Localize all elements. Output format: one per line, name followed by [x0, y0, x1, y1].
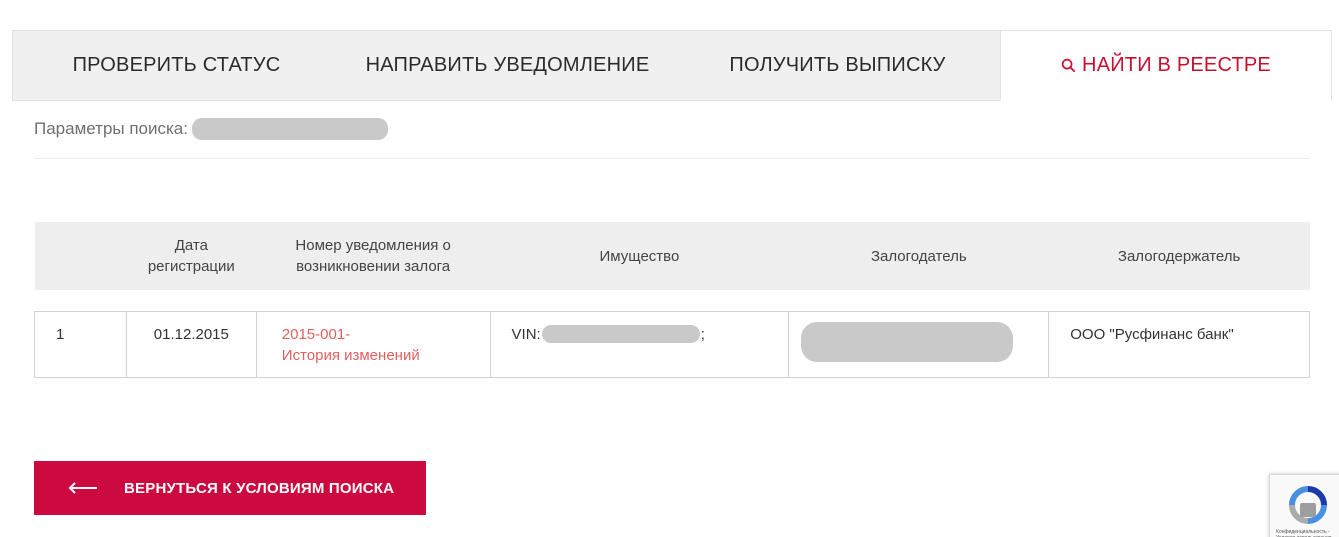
vin-suffix: ;	[700, 325, 705, 343]
divider	[34, 158, 1310, 159]
cell-notice: 2015-001- История изменений	[255, 310, 491, 378]
tab-label: НАЙТИ В РЕЕСТРЕ	[1082, 54, 1271, 76]
header-property: Имущество	[599, 247, 680, 265]
tab-bar: ПРОВЕРИТЬ СТАТУС НАПРАВИТЬ УВЕДОМЛЕНИЕ П…	[12, 30, 1332, 101]
vin-label: VIN:	[511, 325, 541, 343]
tab-get-extract[interactable]: ПОЛУЧИТЬ ВЫПИСКУ	[675, 30, 1000, 101]
cell-pledgee: ООО "Русфинанс банк"	[1048, 310, 1310, 378]
header-index	[35, 222, 127, 290]
back-to-search-button[interactable]: ВЕРНУТЬСЯ К УСЛОВИЯМ ПОИСКА	[34, 461, 426, 515]
notice-number-link[interactable]: 2015-001-	[282, 324, 490, 345]
recaptcha-text[interactable]: Конфиденциальность - Условия использован…	[1276, 529, 1339, 537]
redacted-pledgor	[801, 321, 1014, 362]
tab-label: ПОЛУЧИТЬ ВЫПИСКУ	[729, 54, 946, 76]
tab-check-status[interactable]: ПРОВЕРИТЬ СТАТУС	[12, 30, 340, 101]
tab-send-notice[interactable]: НАПРАВИТЬ УВЕДОМЛЕНИЕ	[340, 30, 675, 101]
header-notice-number: Номер уведомления о возникновении залога	[295, 237, 451, 275]
redacted-search-value	[192, 118, 388, 140]
header-pledgor: Залогодатель	[870, 247, 967, 265]
recaptcha-badge[interactable]: Конфиденциальность - Условия использован…	[1269, 474, 1339, 537]
tab-find-in-registry[interactable]: НАЙТИ В РЕЕСТРЕ	[1000, 30, 1332, 101]
header-registration-date: Дата регистрации	[147, 237, 235, 275]
redacted-vin	[541, 325, 700, 343]
search-icon	[1061, 58, 1076, 73]
tab-label: НАПРАВИТЬ УВЕДОМЛЕНИЕ	[365, 54, 650, 76]
table-row: 1 01.12.2015 2015-001- История изменений…	[34, 310, 1310, 378]
search-params: Параметры поиска:	[34, 118, 388, 140]
cell-date: 01.12.2015	[125, 310, 257, 378]
search-params-label: Параметры поиска:	[34, 119, 188, 138]
recaptcha-logo-icon	[1289, 486, 1327, 524]
cell-index: 1	[34, 310, 127, 378]
header-pledgee: Залогодержатель	[1117, 247, 1241, 265]
arrow-left-icon	[68, 482, 97, 494]
back-button-label: ВЕРНУТЬСЯ К УСЛОВИЯМ ПОИСКА	[124, 479, 395, 497]
table-header-row: Дата регистрации Номер уведомления о воз…	[34, 222, 1310, 290]
cell-pledgor	[788, 310, 1050, 378]
cell-property: VIN: ;	[489, 310, 790, 378]
table-spacer	[34, 290, 1310, 311]
tab-label: ПРОВЕРИТЬ СТАТУС	[72, 54, 281, 76]
history-link[interactable]: История изменений	[282, 345, 490, 366]
results-table: Дата регистрации Номер уведомления о воз…	[34, 222, 1310, 378]
